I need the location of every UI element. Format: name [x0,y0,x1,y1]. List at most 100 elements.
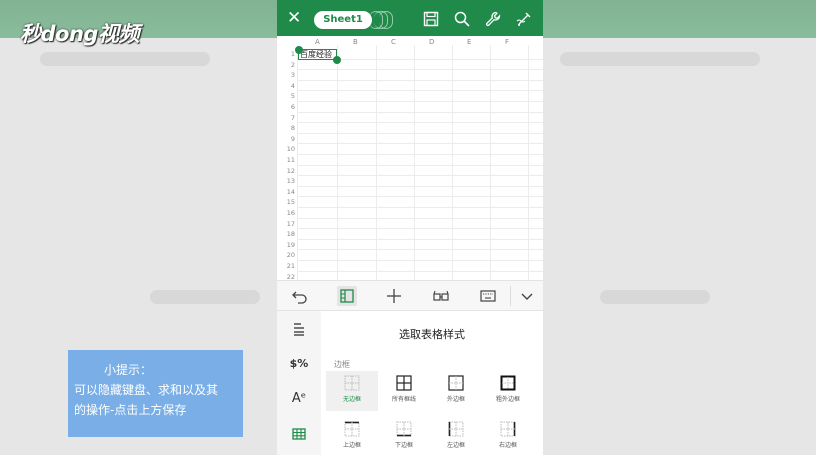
grid-line [297,111,543,113]
pen-icon[interactable] [515,10,533,28]
border-option-none[interactable]: 无边框 [326,371,378,411]
row-header[interactable]: 6 [281,103,295,111]
tip-title: 小提示： [104,363,153,377]
thick-outside-border-icon [500,375,516,391]
undo-icon[interactable] [290,286,310,306]
column-header[interactable]: C [391,38,396,46]
selection-handle[interactable] [295,46,303,54]
row-header[interactable]: 12 [281,167,295,175]
row-header[interactable]: 2 [281,61,295,69]
section-label-border: 边框 [334,360,350,369]
row-header[interactable]: 14 [281,188,295,196]
grid-line [297,143,543,145]
grid-line [297,90,543,92]
column-header[interactable]: A [315,38,320,46]
format-side-tabs: $% Aᵉ [277,311,321,455]
column-header[interactable]: D [429,38,434,46]
border-option-thick-outside[interactable]: 粗外边框 [482,371,534,411]
border-option-label: 下边框 [394,442,413,449]
row-header[interactable]: 7 [281,114,295,122]
left-border-icon [448,421,464,437]
keyboard-icon[interactable] [478,286,498,306]
blurred-shape [560,52,760,66]
app-topbar: ✕ Sheet1 [277,0,543,36]
table-style-icon[interactable] [289,424,309,444]
grid-line [297,69,543,71]
column-header[interactable]: B [353,38,358,46]
phone-screen: ✕ Sheet1 A B C D E F 1 2 3 4 5 6 7 8 9 1… [277,0,543,455]
blurred-background-right [543,0,816,455]
toolbar-divider [510,286,511,306]
tip-box: 小提示： 可以隐藏键盘、求和以及其 的操作-点击上方保存 [68,350,243,437]
close-icon[interactable]: ✕ [287,9,301,27]
align-icon[interactable] [289,319,309,339]
row-header[interactable]: 10 [281,145,295,153]
column-header[interactable]: E [467,38,471,46]
border-option-left[interactable]: 左边框 [430,417,482,455]
sheet-tab[interactable]: Sheet1 [314,11,372,29]
blurred-shape [600,290,710,304]
tip-line: 可以隐藏键盘、求和以及其 [74,383,219,397]
spreadsheet-grid[interactable]: A B C D E F 1 2 3 4 5 6 7 8 9 10 11 12 13 14 15 16 17 18 1… [277,36,543,283]
save-icon[interactable] [422,10,440,28]
row-header[interactable]: 3 [281,71,295,79]
row-header[interactable]: 8 [281,124,295,132]
row-header[interactable]: 5 [281,92,295,100]
border-option-label: 外边框 [446,396,465,403]
grid-line [297,207,543,208]
border-option-label: 上边框 [342,442,361,449]
row-header[interactable]: 21 [281,262,295,270]
grid-line [297,217,543,219]
number-format-icon[interactable]: $% [289,354,309,374]
row-header[interactable]: 16 [281,209,295,217]
selection-handle[interactable] [333,56,341,64]
insert-plus-icon[interactable] [384,286,404,306]
row-header[interactable]: 4 [281,82,295,90]
grid-line [297,175,543,177]
border-option-all[interactable]: 所有框线 [378,371,430,411]
border-option-right[interactable]: 右边框 [482,417,534,455]
no-border-icon [344,375,360,391]
row-header[interactable]: 1 [281,50,295,58]
grid-line [297,79,543,81]
grid-line [297,238,543,240]
border-option-outside[interactable]: 外边框 [430,371,482,411]
row-header[interactable]: 13 [281,177,295,185]
row-header[interactable]: 15 [281,198,295,206]
selected-cell-a1[interactable]: 百度经验 [298,49,337,60]
panel-title: 选取表格样式 [399,328,465,341]
border-option-top[interactable]: 上边框 [326,417,378,455]
font-icon[interactable]: Aᵉ [289,389,309,409]
column-header[interactable]: F [505,38,509,46]
search-icon[interactable] [453,10,471,28]
grid-line [297,164,543,166]
row-header[interactable]: 17 [281,220,295,228]
row-header[interactable]: 18 [281,230,295,238]
chevron-down-icon[interactable] [517,286,537,306]
format-panel: $% Aᵉ 选取表格样式 边框 无边框 所有框线 外边框 粗外边框 上边框 下边… [277,311,543,455]
border-option-label: 粗外边框 [495,396,520,403]
border-option-label: 所有框线 [391,396,416,403]
row-header[interactable]: 19 [281,241,295,249]
bottom-border-icon [396,421,412,437]
border-option-label: 无边框 [342,396,361,403]
outside-border-icon [448,375,464,391]
format-panel-icon[interactable] [337,286,357,306]
grid-line [297,154,543,155]
top-border-icon [344,421,360,437]
border-option-bottom[interactable]: 下边框 [378,417,430,455]
row-header[interactable]: 9 [281,135,295,143]
grid-line [297,101,543,102]
grid-line [297,132,543,134]
edit-toolbar [277,280,543,311]
grid-line [297,196,543,198]
border-option-label: 左边框 [446,442,465,449]
row-header[interactable]: 20 [281,251,295,259]
wrench-icon[interactable] [484,10,502,28]
grid-line [297,249,543,251]
grid-line [297,185,543,187]
row-header[interactable]: 11 [281,156,295,164]
sheet-tab-stack [379,11,393,29]
glasses-icon[interactable] [431,286,451,306]
blurred-shape [40,52,210,66]
